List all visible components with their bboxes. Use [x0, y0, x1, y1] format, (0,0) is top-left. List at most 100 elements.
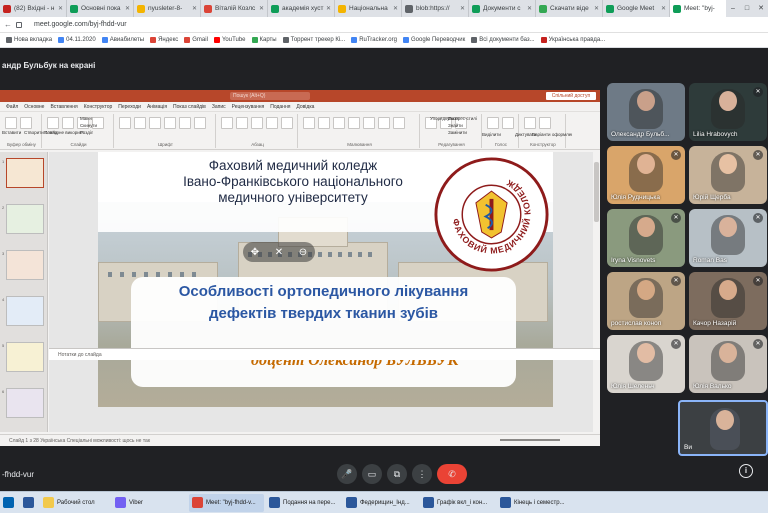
ribbon-button[interactable]	[119, 117, 131, 129]
browser-tab[interactable]: Національна ✕	[335, 0, 402, 17]
scroll-thumb[interactable]	[594, 162, 599, 222]
taskbar-item[interactable]: Федерищин_Інд...	[343, 494, 418, 512]
ribbon-button[interactable]	[221, 117, 233, 129]
ribbon-button-label[interactable]: Макет	[80, 116, 93, 121]
ribbon-button[interactable]	[47, 117, 59, 129]
tab-close-icon[interactable]: ✕	[594, 5, 599, 12]
self-view[interactable]: Ви	[678, 400, 768, 456]
minus-icon[interactable]: ⊖	[299, 247, 307, 258]
bookmark-item[interactable]: Українська правда...	[540, 37, 605, 43]
present-button[interactable]: ⧉	[387, 464, 407, 484]
slide-thumbnail[interactable]: 3	[2, 250, 44, 280]
ribbon-button-label[interactable]: Варіанти оформлення	[532, 132, 572, 137]
ribbon-button[interactable]	[236, 117, 248, 129]
ppt-menu-item[interactable]: Рецензування	[232, 104, 265, 110]
bookmark-item[interactable]: Торрент трекер Кі...	[282, 37, 345, 43]
ppt-menu-item[interactable]: Показ слайдів	[173, 104, 206, 110]
mic-button[interactable]: 🎤	[337, 464, 357, 484]
browser-tab[interactable]: blob:https:// ✕	[402, 0, 469, 17]
more-options-button[interactable]: ⋮	[412, 464, 432, 484]
lock-icon[interactable]	[16, 21, 22, 28]
minimize-icon[interactable]: –	[726, 0, 740, 17]
ppt-search-input[interactable]: Пошук (Alt+Q)	[230, 92, 310, 100]
camera-button[interactable]: ▭	[362, 464, 382, 484]
participant-tile[interactable]: Качор Назарій ✕	[689, 272, 767, 330]
ribbon-button[interactable]	[179, 117, 191, 129]
ribbon-button[interactable]	[164, 117, 176, 129]
tab-close-icon[interactable]: ✕	[393, 5, 398, 12]
bookmark-item[interactable]: 04.11.2020	[58, 37, 96, 43]
ribbon-button[interactable]	[363, 117, 375, 129]
ppt-menu-item[interactable]: Вставлення	[50, 104, 77, 110]
slide-thumbnail[interactable]: 1	[2, 158, 44, 188]
ribbon-button[interactable]	[333, 117, 345, 129]
ribbon-button[interactable]	[62, 117, 74, 129]
participant-tile[interactable]: Iryna Visnovets ✕	[607, 209, 685, 267]
bookmark-item[interactable]: Всі документи баз...	[471, 37, 535, 43]
slide-thumbnail[interactable]: 6	[2, 388, 44, 418]
ribbon-button[interactable]	[378, 117, 390, 129]
tab-close-icon[interactable]: ✕	[460, 5, 465, 12]
ribbon-button-label[interactable]: Вставити	[2, 130, 21, 135]
ribbon-button[interactable]	[5, 117, 17, 129]
ppt-menu-item[interactable]: Анімація	[147, 104, 167, 110]
participant-tile[interactable]: ростислав коноп ✕	[607, 272, 685, 330]
mute-icon[interactable]: ✕	[275, 247, 283, 258]
taskbar-item[interactable]: Кінець і семестр...	[497, 494, 572, 512]
ribbon-button[interactable]	[524, 117, 536, 129]
url-field[interactable]: meet.google.com/byj-fhdd-vur	[34, 21, 127, 28]
browser-tab[interactable]: Основні пока ✕	[67, 0, 134, 17]
slide-thumbnail[interactable]: 4	[2, 296, 44, 326]
ribbon-button-label[interactable]: Знайти	[448, 123, 463, 128]
taskbar-item[interactable]: Графік вкл_і кон...	[420, 494, 495, 512]
ppt-share-button[interactable]: Спільний доступ	[546, 92, 596, 100]
ribbon-button-label[interactable]: Розділ	[80, 130, 93, 135]
taskbar-item[interactable]: Meet: "byj-fhdd-v...	[189, 493, 264, 512]
tab-close-icon[interactable]: ✕	[192, 5, 197, 12]
end-call-button[interactable]: ✆	[437, 464, 467, 484]
bookmark-item[interactable]: YouTube	[213, 37, 246, 43]
browser-tab[interactable]: Віталій Козлс ✕	[201, 0, 268, 17]
browser-tab[interactable]: Скачати віде ✕	[536, 0, 603, 17]
zoom-slider[interactable]	[500, 439, 560, 441]
ribbon-button[interactable]	[194, 117, 206, 129]
participant-tile[interactable]: Roman Bas ✕	[689, 209, 767, 267]
tab-close-icon[interactable]: ✕	[326, 5, 331, 12]
ribbon-button[interactable]	[348, 117, 360, 129]
tab-close-icon[interactable]: ✕	[259, 5, 264, 12]
close-icon[interactable]: ✕	[754, 0, 768, 17]
pin-icon[interactable]: ✥	[251, 247, 259, 258]
participant-tile[interactable]: Юлія Валько ✕	[689, 335, 767, 393]
ribbon-button[interactable]	[20, 117, 32, 129]
participant-tile[interactable]: Юлія Рудницька ✕	[607, 146, 685, 204]
participant-tile[interactable]: Юрій Щерба ✕	[689, 146, 767, 204]
slide-notes[interactable]: Нотатки до слайда	[49, 348, 600, 360]
ribbon-button[interactable]	[281, 117, 293, 129]
ribbon-button-label[interactable]: Скинути	[80, 123, 97, 128]
presentation-overlay-controls[interactable]: ✥ ✕ ⊖	[243, 242, 315, 262]
ribbon-button-label[interactable]: Експрес-стилі	[448, 116, 477, 121]
ppt-menu-item[interactable]: Переходи	[118, 104, 141, 110]
ppt-menu-item[interactable]: Основне	[24, 104, 44, 110]
ribbon-button-label[interactable]: Повторне використання слайдів	[44, 130, 84, 135]
taskbar-item[interactable]	[20, 494, 38, 512]
participant-tile[interactable]: Lilia Hrabovych ✕	[689, 83, 767, 141]
ribbon-button[interactable]	[149, 117, 161, 129]
ribbon-button[interactable]	[487, 117, 499, 129]
bookmark-item[interactable]: Google Переводчик	[402, 37, 465, 43]
bookmark-item[interactable]: RuTracker.org	[351, 37, 397, 43]
slide-thumbnail[interactable]: 2	[2, 204, 44, 234]
ppt-menu-item[interactable]: Конструктор	[84, 104, 113, 110]
bookmark-item[interactable]: Яндекс	[150, 37, 178, 43]
browser-tab[interactable]: академія хуст ✕	[268, 0, 335, 17]
browser-tab[interactable]: nyusleter-8- ✕	[134, 0, 201, 17]
ribbon-button[interactable]	[318, 117, 330, 129]
ppt-menu-item[interactable]: Файл	[6, 104, 18, 110]
taskbar-item[interactable]	[0, 494, 18, 512]
browser-tab[interactable]: Документи с ✕	[469, 0, 536, 17]
ppt-menu-item[interactable]: Запис	[212, 104, 226, 110]
tab-close-icon[interactable]: ✕	[661, 5, 666, 12]
back-icon[interactable]: ←	[4, 20, 12, 29]
tab-close-icon[interactable]: ✕	[527, 5, 532, 12]
browser-tab[interactable]: Google Meet ✕	[603, 0, 670, 17]
